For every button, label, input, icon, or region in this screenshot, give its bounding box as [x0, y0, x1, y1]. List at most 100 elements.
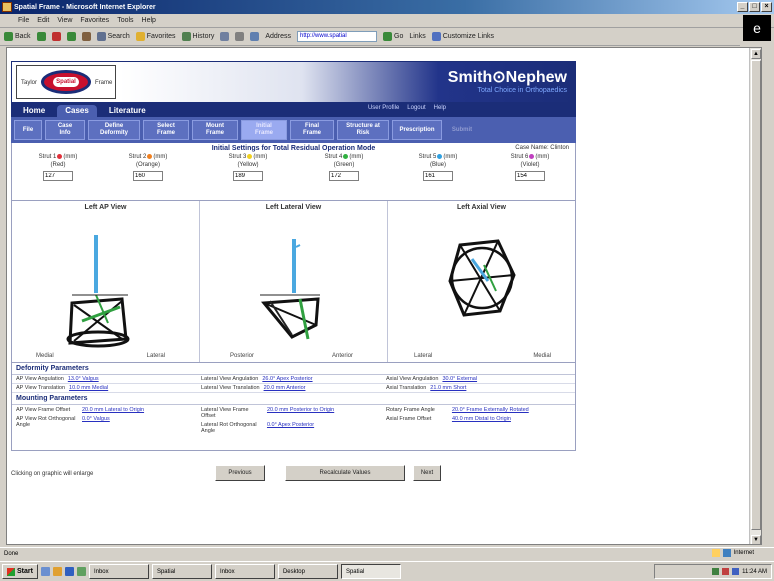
strut-length-input[interactable] — [515, 171, 545, 182]
rotary-frame-angle-value[interactable]: 20.0° Frame Externally Rotated — [452, 407, 529, 413]
strut-unit: (mm) — [153, 154, 168, 161]
strut-length-input[interactable] — [423, 171, 453, 182]
start-button[interactable]: Start — [2, 564, 38, 579]
strut-label: Strut 4 — [324, 154, 343, 161]
tray-icon[interactable] — [722, 568, 730, 575]
tab-cases[interactable]: Cases — [57, 105, 97, 117]
task-button[interactable]: Inbox — [214, 564, 275, 579]
task-button[interactable]: Inbox — [88, 564, 149, 579]
maximize-button[interactable]: □ — [749, 2, 760, 12]
axial-translation-value[interactable]: 21.0 mm Short — [430, 385, 466, 391]
tray-icon[interactable] — [732, 568, 740, 575]
lateral-translation-value[interactable]: 20.0 mm Anterior — [264, 385, 306, 391]
refresh-button[interactable] — [66, 32, 76, 41]
favorites-button[interactable]: Favorites — [135, 32, 176, 41]
quicklaunch-icon[interactable] — [76, 567, 86, 576]
home-button[interactable] — [81, 32, 91, 41]
recalculate-button[interactable]: Recalculate Values — [285, 465, 405, 481]
menu-view[interactable]: View — [57, 17, 72, 24]
links-item[interactable]: Customize Links — [431, 32, 494, 41]
taylor-spatial-frame-logo[interactable]: Taylor Spatial Frame — [16, 65, 116, 99]
tray-icon[interactable] — [712, 568, 720, 575]
lateral-frame-offset-value[interactable]: 20.0 mm Posterior to Origin — [267, 407, 334, 419]
ap-view-panel[interactable]: Left AP View Medial Lateral — [12, 201, 200, 362]
strut-length-input[interactable] — [43, 171, 73, 182]
menu-favorites[interactable]: Favorites — [80, 17, 109, 24]
nav-define-deformity[interactable]: Define Deformity — [88, 120, 140, 140]
close-button[interactable]: × — [761, 2, 772, 12]
nav-initial-frame[interactable]: Initial Frame — [241, 120, 287, 140]
axial-frame-offset-value[interactable]: 40.0 mm Distal to Origin — [452, 416, 511, 422]
menu-tools[interactable]: Tools — [117, 17, 133, 24]
param-label: AP View Frame Offset — [16, 407, 71, 413]
task-button[interactable]: Desktop — [277, 564, 338, 579]
links-label[interactable]: Links — [409, 33, 425, 40]
nav-submit[interactable]: Submit — [445, 120, 479, 140]
task-button-active[interactable]: Spatial — [340, 564, 401, 579]
lateral-view-graphic[interactable] — [200, 215, 388, 355]
enlarge-hint: Clicking on graphic will enlarge — [11, 471, 94, 477]
edit-button[interactable] — [250, 32, 260, 41]
scroll-up-icon[interactable]: ▲ — [751, 49, 761, 59]
nav-structure-at-risk[interactable]: Structure at Risk — [337, 120, 389, 140]
search-button[interactable]: Search — [96, 32, 130, 41]
strut-length-input[interactable] — [133, 171, 163, 182]
previous-button[interactable]: Previous — [215, 465, 265, 481]
go-button[interactable]: Go — [383, 32, 403, 41]
print-button[interactable] — [235, 32, 245, 41]
strut-unit: (mm) — [535, 154, 550, 161]
quicklaunch-icon[interactable] — [40, 567, 50, 576]
strut-label: Strut 6 — [510, 154, 529, 161]
scroll-down-icon[interactable]: ▼ — [751, 535, 761, 544]
menu-edit[interactable]: Edit — [37, 17, 49, 24]
ap-translation-value[interactable]: 10.0 mm Medial — [69, 385, 108, 391]
lateral-rot-angle-value[interactable]: 0.0° Apex Posterior — [267, 422, 314, 434]
taskbar: Start Inbox Spatial Inbox Desktop Spatia… — [0, 561, 774, 581]
tab-home[interactable]: Home — [15, 105, 53, 117]
ap-frame-offset-value[interactable]: 20.0 mm Lateral to Origin — [82, 407, 144, 413]
help-link[interactable]: Help — [434, 105, 446, 111]
address-input[interactable]: http://www.spatial — [297, 31, 378, 42]
minimize-button[interactable]: _ — [737, 2, 748, 12]
nav-file[interactable]: File — [14, 120, 42, 140]
strut-length-input[interactable] — [233, 171, 263, 182]
ap-view-graphic[interactable] — [12, 215, 200, 355]
quicklaunch-icon[interactable] — [64, 567, 74, 576]
axial-view-panel[interactable]: Left Axial View Lateral Medial — [388, 201, 575, 362]
history-button[interactable]: History — [181, 32, 214, 41]
back-button[interactable]: Back — [4, 32, 31, 41]
lateral-view-panel[interactable]: Left Lateral View Posterior Anterior — [200, 201, 388, 362]
quicklaunch-icon[interactable] — [52, 567, 62, 576]
logout-link[interactable]: Logout — [407, 105, 425, 111]
vertical-scrollbar[interactable]: ▲ ▼ — [749, 48, 761, 544]
nav-prescription[interactable]: Prescription — [392, 120, 442, 140]
ap-rot-angle-value[interactable]: 0.0° Valgus — [82, 416, 110, 428]
brand-tagline: Total Choice in Orthopaedics — [477, 87, 568, 94]
task-button[interactable]: Spatial — [151, 564, 212, 579]
nav-final-frame[interactable]: Final Frame — [290, 120, 334, 140]
axial-view-graphic[interactable] — [388, 215, 576, 355]
lateral-angulation-value[interactable]: 26.0° Apex Posterior — [262, 376, 312, 382]
strut-color-name: (Yellow) — [237, 162, 259, 169]
settings-title: Initial Settings for Total Residual Oper… — [211, 145, 376, 152]
tab-literature[interactable]: Literature — [101, 105, 154, 117]
menu-file[interactable]: File — [18, 17, 29, 24]
next-button[interactable]: Next — [413, 465, 441, 481]
system-tray: 11:24 AM — [654, 564, 772, 579]
forward-button[interactable] — [36, 32, 46, 41]
lateral-corner-left: Posterior — [230, 353, 255, 359]
history-icon — [181, 32, 191, 41]
user-profile-link[interactable]: User Profile — [368, 105, 399, 111]
nav-case-info[interactable]: Case Info — [45, 120, 85, 140]
axial-angulation-value[interactable]: 30.0° External — [442, 376, 477, 382]
ap-angulation-value[interactable]: 13.0° Valgus — [68, 376, 99, 382]
strut-2-setting: Strut 2 (mm) (Orange) — [108, 154, 188, 182]
strut-color-name: (Red) — [50, 162, 66, 169]
nav-select-frame[interactable]: Select Frame — [143, 120, 189, 140]
mail-button[interactable] — [220, 32, 230, 41]
nav-mount-frame[interactable]: Mount Frame — [192, 120, 238, 140]
strut-length-input[interactable] — [329, 171, 359, 182]
menu-help[interactable]: Help — [142, 17, 156, 24]
scroll-thumb[interactable] — [751, 60, 761, 530]
stop-button[interactable] — [51, 32, 61, 41]
